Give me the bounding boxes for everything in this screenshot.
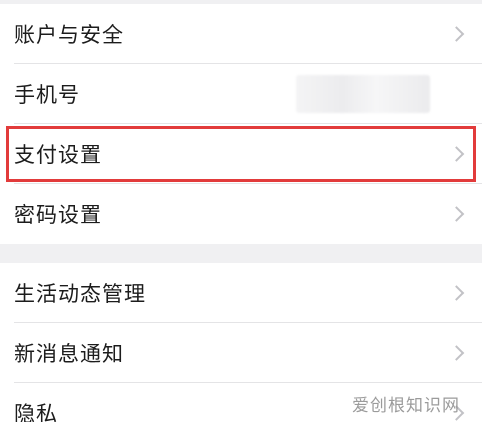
settings-screen: 账户与安全 手机号 支付设置 密码设置 生活动态管理 新消息通知 隐私 爱创根知… <box>0 0 482 422</box>
chevron-right-icon <box>448 345 465 361</box>
settings-item-label: 账户与安全 <box>14 23 124 47</box>
group-separator <box>0 244 482 263</box>
settings-item-activity-management[interactable]: 生活动态管理 <box>0 263 482 323</box>
settings-item-label: 手机号 <box>14 83 80 107</box>
settings-item-label: 隐私 <box>14 402 58 422</box>
settings-item-label: 生活动态管理 <box>14 282 146 306</box>
settings-item-password[interactable]: 密码设置 <box>0 184 482 244</box>
chevron-right-icon <box>448 206 465 222</box>
chevron-right-icon <box>448 285 465 301</box>
settings-item-payment[interactable]: 支付设置 <box>0 124 482 184</box>
settings-item-label: 新消息通知 <box>14 342 124 366</box>
chevron-right-icon <box>448 146 465 162</box>
settings-item-account-security[interactable]: 账户与安全 <box>0 4 482 64</box>
chevron-right-icon <box>448 26 465 42</box>
settings-item-label: 密码设置 <box>14 203 102 227</box>
settings-item-notifications[interactable]: 新消息通知 <box>0 323 482 383</box>
settings-group-account: 账户与安全 手机号 支付设置 密码设置 <box>0 4 482 244</box>
watermark: 爱创根知识网 <box>352 396 460 416</box>
redacted-phone-value <box>296 75 430 113</box>
settings-item-label: 支付设置 <box>14 143 102 167</box>
settings-item-phone[interactable]: 手机号 <box>0 64 482 124</box>
